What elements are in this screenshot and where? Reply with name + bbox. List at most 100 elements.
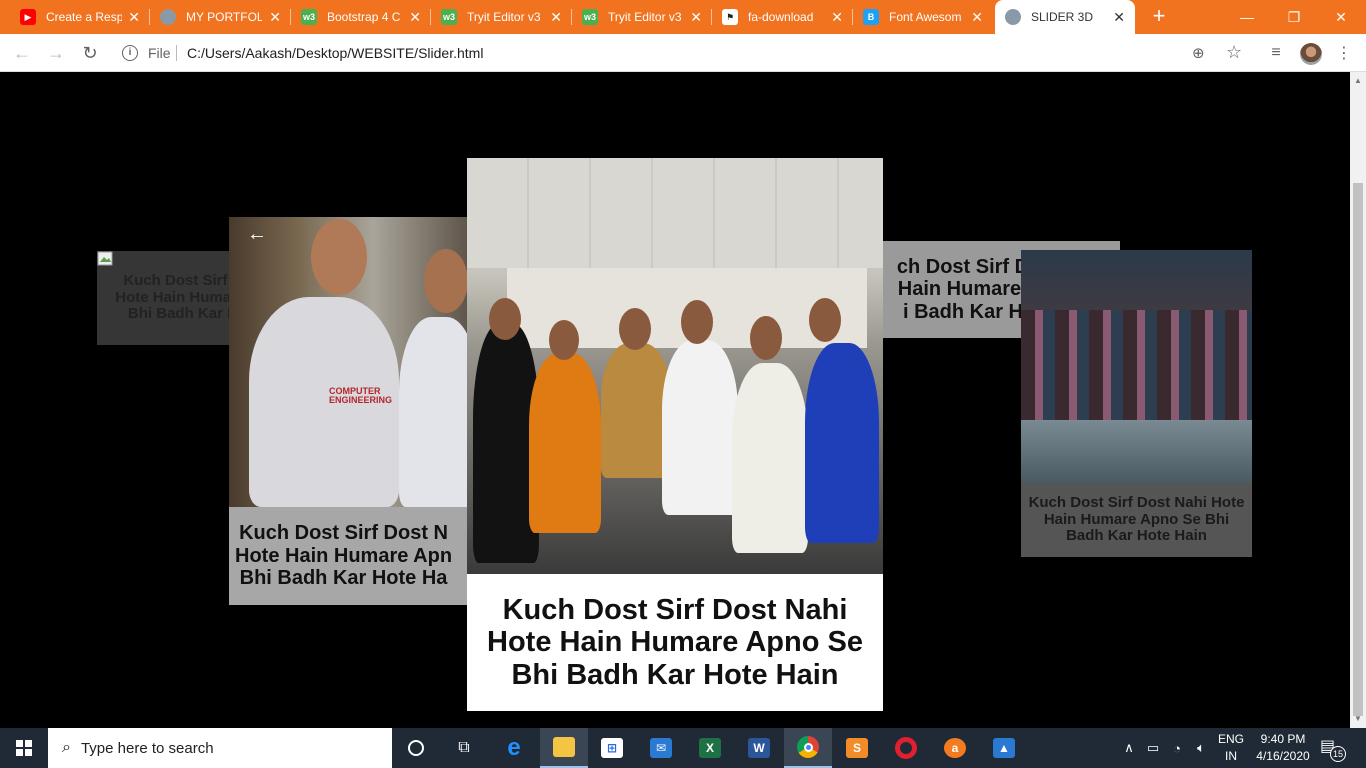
- caption-line: Kuch Dost Sirf Dost Nahi: [502, 593, 848, 626]
- battery-icon[interactable]: ▭: [1142, 728, 1164, 768]
- wifi-icon[interactable]: ◔: [1166, 728, 1188, 768]
- globe-icon: [1005, 9, 1021, 25]
- tab-title: Font Awesom: [889, 10, 962, 24]
- store-icon[interactable]: ⊞: [588, 728, 636, 768]
- reload-button[interactable]: ↻: [78, 41, 102, 65]
- close-tab-icon[interactable]: ✕: [690, 9, 702, 25]
- close-tab-icon[interactable]: ✕: [971, 9, 983, 25]
- close-tab-icon[interactable]: ✕: [831, 9, 843, 25]
- tab-1[interactable]: ▶ Create a Resp ✕: [10, 0, 150, 34]
- photos-icon[interactable]: ▲: [980, 728, 1028, 768]
- flag-icon: ⚑: [722, 9, 738, 25]
- tab-4[interactable]: w3 Tryit Editor v3 ✕: [431, 0, 572, 34]
- tab-7[interactable]: B Font Awesom ✕: [853, 0, 993, 34]
- close-tab-icon[interactable]: ✕: [269, 9, 281, 25]
- edge-icon[interactable]: e: [490, 728, 538, 768]
- language-indicator[interactable]: ENG IN: [1214, 731, 1248, 765]
- caption-line: Hote Hain Humare Apno Se: [487, 626, 863, 659]
- cortana-icon[interactable]: [392, 728, 440, 768]
- opera-icon[interactable]: [882, 728, 930, 768]
- w3schools-icon: w3: [582, 9, 598, 25]
- tab-8-active[interactable]: SLIDER 3D ✕: [995, 0, 1135, 34]
- address-divider: [176, 45, 177, 61]
- mail-icon[interactable]: ✉: [637, 728, 685, 768]
- tab-title: MY PORTFOL: [186, 10, 262, 24]
- windows-logo-icon: [16, 740, 32, 756]
- file-explorer-icon[interactable]: [540, 728, 588, 768]
- close-tab-icon[interactable]: ✕: [128, 9, 140, 25]
- close-tab-icon[interactable]: ✕: [409, 9, 421, 25]
- search-icon: ⌕: [62, 739, 71, 756]
- slide-left[interactable]: COMPUTER ENGINEERING ← Kuch Dost Sirf Do…: [229, 217, 469, 605]
- close-window-button[interactable]: ✕: [1318, 0, 1364, 34]
- tshirt-print: COMPUTER ENGINEERING: [329, 386, 393, 405]
- slide-caption: Kuch Dost Sirf Dost Nahi Hote Hain Humar…: [467, 574, 883, 711]
- zoom-icon[interactable]: ⊕: [1192, 44, 1205, 62]
- tab-title: Tryit Editor v3: [608, 10, 682, 24]
- scheme-label: File: [148, 45, 171, 61]
- prev-arrow-icon[interactable]: ←: [247, 223, 267, 246]
- tab-strip: ▶ Create a Resp ✕ MY PORTFOL ✕ w3 Bootst…: [0, 0, 1366, 34]
- back-button[interactable]: ←: [10, 41, 34, 65]
- task-view-icon[interactable]: ⧉: [440, 728, 488, 768]
- tab-title: SLIDER 3D: [1031, 10, 1094, 24]
- taskbar-search[interactable]: ⌕ Type here to search: [48, 728, 392, 768]
- url-text[interactable]: C:/Users/Aakash/Desktop/WEBSITE/Slider.h…: [187, 45, 483, 61]
- slide-photo-two-friends: COMPUTER ENGINEERING: [229, 217, 469, 507]
- menu-kebab-icon[interactable]: ⋮: [1334, 43, 1354, 63]
- profile-avatar[interactable]: [1300, 43, 1322, 65]
- w3schools-icon: w3: [441, 9, 457, 25]
- caption-line: Kuch Dost Sirf Dost N: [239, 522, 448, 545]
- action-center-icon[interactable]: ▤ 15: [1320, 736, 1346, 762]
- excel-icon[interactable]: X: [686, 728, 734, 768]
- clock-date: 4/16/2020: [1256, 749, 1310, 763]
- address-bar[interactable]: i File C:/Users/Aakash/Desktop/WEBSITE/S…: [112, 38, 1260, 68]
- tab-2[interactable]: MY PORTFOL ✕: [150, 0, 291, 34]
- lang-line-1: ENG: [1217, 732, 1244, 746]
- clock-time: 9:40 PM: [1260, 732, 1306, 746]
- slide-far-right[interactable]: Kuch Dost Sirf Dost Nahi Hote Hain Humar…: [1021, 250, 1252, 557]
- scroll-up-icon[interactable]: ▲: [1354, 76, 1362, 85]
- tab-6[interactable]: ⚑ fa-download ✕: [712, 0, 853, 34]
- word-icon[interactable]: W: [735, 728, 783, 768]
- page-scrollbar[interactable]: ▲ ▼: [1350, 72, 1366, 728]
- slide-photo-six-friends: [467, 158, 883, 574]
- notification-badge: 15: [1330, 746, 1346, 762]
- avast-icon[interactable]: a: [931, 728, 979, 768]
- restore-button[interactable]: ❐: [1271, 0, 1317, 34]
- tab-title: Tryit Editor v3: [467, 10, 541, 24]
- show-hidden-icons[interactable]: ∧: [1120, 728, 1138, 768]
- youtube-icon: ▶: [20, 9, 36, 25]
- bookmark-star-icon[interactable]: ☆: [1226, 42, 1242, 63]
- close-tab-icon[interactable]: ✕: [550, 9, 562, 25]
- b-icon: B: [863, 9, 879, 25]
- media-control-icon[interactable]: ≡: [1266, 43, 1286, 63]
- system-clock[interactable]: 9:40 PM 4/16/2020: [1250, 731, 1316, 765]
- sublime-icon[interactable]: S: [833, 728, 881, 768]
- tab-title: Create a Resp: [46, 10, 122, 24]
- tab-3[interactable]: w3 Bootstrap 4 C ✕: [291, 0, 431, 34]
- search-placeholder: Type here to search: [80, 739, 214, 757]
- scroll-down-icon[interactable]: ▼: [1354, 714, 1362, 723]
- caption-text: Kuch Dost Sirf Dost Nahi Hote Hain Humar…: [1028, 493, 1245, 545]
- scroll-thumb[interactable]: [1353, 183, 1363, 716]
- tab-title: Bootstrap 4 C: [327, 10, 401, 24]
- info-icon[interactable]: i: [122, 45, 138, 61]
- slide-caption: Kuch Dost Sirf Dost Nahi Hote Hain Humar…: [1021, 483, 1252, 557]
- caption-line: Bhi Badh Kar Hote Ha: [239, 567, 448, 590]
- minimize-button[interactable]: —: [1224, 0, 1270, 34]
- w3schools-icon: w3: [301, 9, 317, 25]
- globe-icon: [160, 9, 176, 25]
- slide-center[interactable]: Kuch Dost Sirf Dost Nahi Hote Hain Humar…: [467, 158, 883, 711]
- tab-title: fa-download: [748, 10, 814, 24]
- windows-taskbar: ⌕ Type here to search ⧉ e ⊞ ✉ X W S a ▲ …: [0, 728, 1366, 768]
- close-tab-icon[interactable]: ✕: [1113, 9, 1125, 25]
- tab-5[interactable]: w3 Tryit Editor v3 ✕: [572, 0, 712, 34]
- forward-button[interactable]: →: [44, 41, 68, 65]
- caption-line: Bhi Badh Kar Hote Hain: [511, 658, 839, 691]
- chrome-icon[interactable]: [784, 728, 832, 768]
- new-tab-button[interactable]: +: [1148, 5, 1170, 27]
- start-button[interactable]: [0, 728, 48, 768]
- volume-icon[interactable]: 🔈︎: [1190, 728, 1212, 768]
- lang-line-2: IN: [1225, 749, 1237, 763]
